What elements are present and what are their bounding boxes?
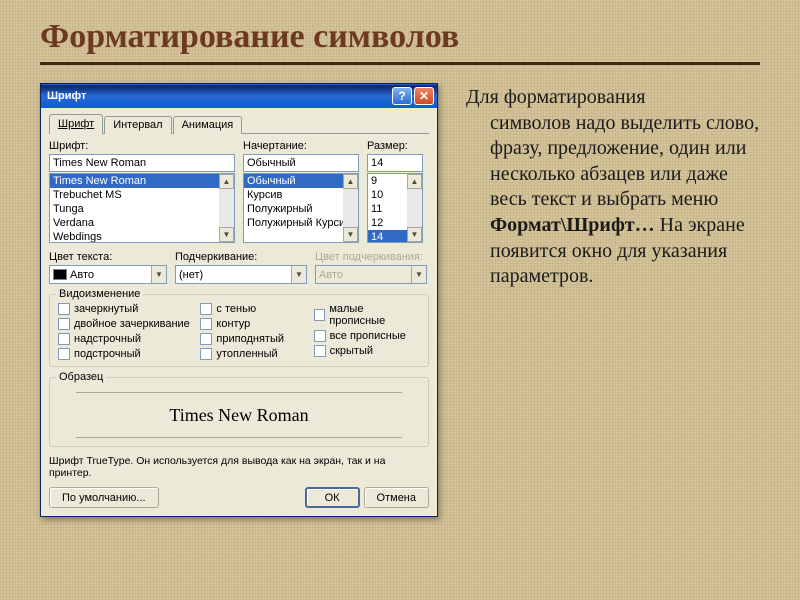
cancel-button[interactable]: Отмена <box>364 487 429 508</box>
font-input[interactable]: Times New Roman <box>49 154 235 172</box>
checkbox-engrave[interactable]: утопленный <box>200 348 313 360</box>
close-icon: ✕ <box>419 89 429 103</box>
default-button[interactable]: По умолчанию... <box>49 487 159 508</box>
hint-text: Шрифт TrueType. Он используется для выво… <box>49 455 429 479</box>
list-item[interactable]: Полужирный Курсив <box>244 216 358 230</box>
list-item[interactable]: Verdana <box>50 216 234 230</box>
underline-label: Подчеркивание: <box>175 251 307 263</box>
style-input[interactable]: Обычный <box>243 154 359 172</box>
para-bold: Формат\Шрифт… <box>490 214 655 236</box>
style-list[interactable]: Обычный Курсив Полужирный Полужирный Кур… <box>243 173 359 243</box>
size-input[interactable]: 14 <box>367 154 423 172</box>
checkbox-superscript[interactable]: надстрочный <box>58 333 200 345</box>
para-body: символов надо выделить слово, фразу, пре… <box>490 112 759 211</box>
list-item[interactable]: Полужирный <box>244 202 358 216</box>
scroll-up-icon[interactable]: ▲ <box>219 174 234 189</box>
tab-animation[interactable]: Анимация <box>173 116 243 134</box>
style-label: Начертание: <box>243 140 359 152</box>
underline-value: (нет) <box>179 269 203 281</box>
list-item[interactable]: Обычный <box>244 174 358 188</box>
scroll-down-icon[interactable]: ▼ <box>219 227 234 242</box>
list-item[interactable]: Tunga <box>50 202 234 216</box>
underline-color-combo: Авто ▼ <box>315 265 427 284</box>
effects-legend: Видоизменение <box>56 288 143 300</box>
color-swatch-icon <box>53 269 67 280</box>
checkbox-small-caps[interactable]: малые прописные <box>314 303 420 327</box>
chevron-down-icon: ▼ <box>411 266 426 283</box>
scrollbar[interactable]: ▲ ▼ <box>343 174 358 242</box>
sample-group: Образец Times New Roman <box>49 377 429 447</box>
chevron-down-icon[interactable]: ▼ <box>291 266 306 283</box>
list-item[interactable]: Курсив <box>244 188 358 202</box>
dialog-title: Шрифт <box>47 90 86 102</box>
body-text: Для форматирования символов надо выделит… <box>466 83 760 517</box>
scrollbar[interactable]: ▲ ▼ <box>407 174 422 242</box>
close-button[interactable]: ✕ <box>414 87 434 105</box>
tabstrip: Шрифт Интервал Анимация <box>49 114 429 134</box>
underline-color-label: Цвет подчеркивания: <box>315 251 427 263</box>
slide-title: Форматирование символов <box>40 18 760 56</box>
checkbox-double-strike[interactable]: двойное зачеркивание <box>58 318 200 330</box>
scrollbar[interactable]: ▲ ▼ <box>219 174 234 242</box>
font-list[interactable]: Times New Roman Trebuchet MS Tunga Verda… <box>49 173 235 243</box>
checkbox-shadow[interactable]: с тенью <box>200 303 313 315</box>
checkbox-strikethrough[interactable]: зачеркнутый <box>58 303 200 315</box>
para-lead: Для форматирования <box>466 86 645 108</box>
font-dialog: Шрифт ? ✕ Шрифт Интервал Анимация Шрифт:… <box>40 83 438 517</box>
color-label: Цвет текста: <box>49 251 167 263</box>
help-icon: ? <box>398 89 405 103</box>
checkbox-all-caps[interactable]: все прописные <box>314 330 420 342</box>
checkbox-outline[interactable]: контур <box>200 318 313 330</box>
title-rule <box>40 62 760 65</box>
list-item[interactable]: Trebuchet MS <box>50 188 234 202</box>
sample-legend: Образец <box>56 371 106 383</box>
chevron-down-icon[interactable]: ▼ <box>151 266 166 283</box>
effects-group: Видоизменение зачеркнутый двойное зачерк… <box>49 294 429 367</box>
checkbox-subscript[interactable]: подстрочный <box>58 348 200 360</box>
list-item[interactable]: Webdings <box>50 230 234 243</box>
underline-combo[interactable]: (нет) ▼ <box>175 265 307 284</box>
size-label: Размер: <box>367 140 423 152</box>
help-button[interactable]: ? <box>392 87 412 105</box>
checkbox-hidden[interactable]: скрытый <box>314 345 420 357</box>
scroll-down-icon[interactable]: ▼ <box>343 227 358 242</box>
scroll-down-icon[interactable]: ▼ <box>407 227 422 242</box>
tab-font[interactable]: Шрифт <box>49 114 103 134</box>
titlebar[interactable]: Шрифт ? ✕ <box>41 84 437 108</box>
color-value: Авто <box>70 269 94 281</box>
tab-spacing[interactable]: Интервал <box>104 116 171 134</box>
underline-color-value: Авто <box>319 269 343 281</box>
color-combo[interactable]: Авто ▼ <box>49 265 167 284</box>
ok-button[interactable]: ОК <box>305 487 360 508</box>
list-item[interactable]: Times New Roman <box>50 174 234 188</box>
font-label: Шрифт: <box>49 140 235 152</box>
sample-preview: Times New Roman <box>76 392 402 438</box>
checkbox-emboss[interactable]: приподнятый <box>200 333 313 345</box>
scroll-up-icon[interactable]: ▲ <box>407 174 422 189</box>
size-list[interactable]: 9 10 11 12 14 ▲ ▼ <box>367 173 423 243</box>
scroll-up-icon[interactable]: ▲ <box>343 174 358 189</box>
